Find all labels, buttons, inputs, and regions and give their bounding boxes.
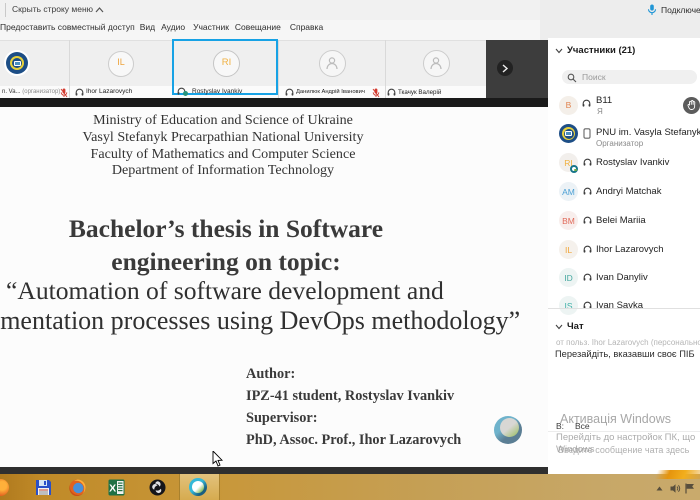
svg-text:X: X (109, 482, 116, 494)
